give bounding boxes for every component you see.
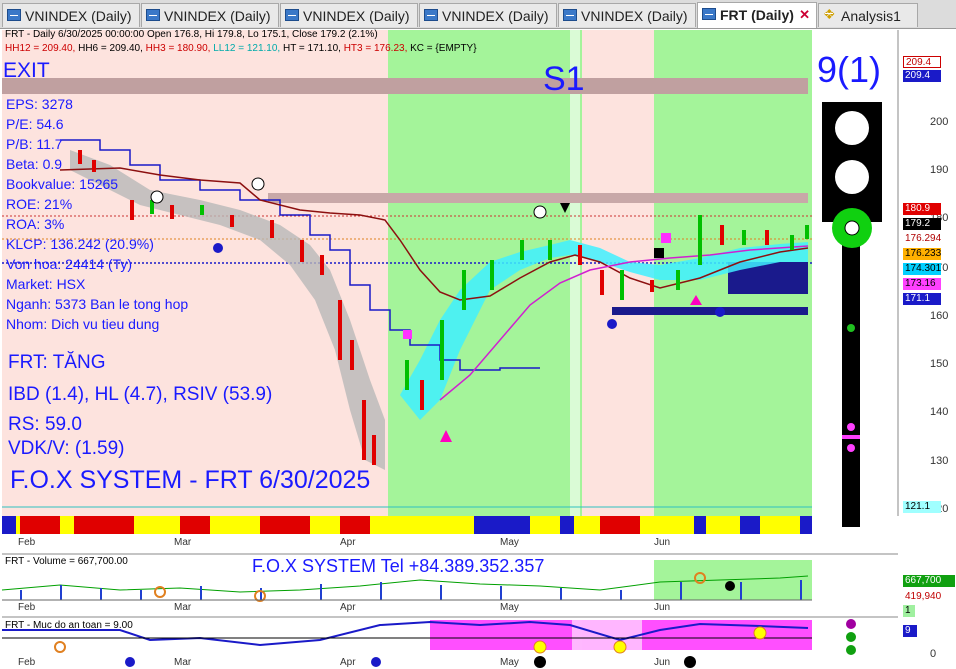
tab-vnindex-1[interactable]: VNINDEX (Daily) (2, 3, 140, 27)
price-axis-label: 160 (930, 310, 949, 322)
blue-dot-marker (715, 307, 725, 317)
price-tag-ll12: 121.1 (903, 501, 941, 513)
zero-marker (533, 205, 547, 219)
close-icon[interactable]: ✕ (799, 3, 810, 27)
fund-pe: P/E: 54.6 (6, 116, 64, 132)
contact-banner: F.O.X SYSTEM Tel +84.389.352.357 (252, 556, 545, 576)
signal-square (654, 248, 664, 258)
price-tag-hh3: 180.9 (903, 203, 941, 215)
month-label: Mar (174, 602, 192, 613)
volume-tag-avg: 419,940 (903, 591, 955, 603)
price-tag-ma4: 173.16 (903, 278, 941, 290)
price-tag-ma1: 176.294 (903, 233, 942, 245)
month-label: Apr (340, 602, 356, 613)
light-middle (835, 160, 869, 194)
tab-vnindex-2[interactable]: VNINDEX (Daily) (141, 3, 279, 27)
fund-roe: ROE: 21% (6, 196, 73, 212)
fund-market: Market: HSX (6, 276, 86, 292)
chart-icon (424, 9, 438, 21)
month-label: Mar (174, 657, 192, 668)
ohlc-header: FRT - Daily 6/30/2025 00:00:00 Open 176.… (5, 29, 378, 40)
light-top (835, 111, 869, 145)
price-tag-hh12: 209.4 (903, 56, 941, 68)
fund-nganh: Nganh: 5373 Ban le tong hop (6, 296, 189, 312)
tab-bar: VNINDEX (Daily) VNINDEX (Daily) VNINDEX … (0, 0, 956, 29)
month-label: Apr (340, 657, 356, 668)
fund-nhom: Nhom: Dich vu tieu dung (6, 316, 160, 332)
fund-bookvalue: Bookvalue: 15265 (6, 176, 119, 192)
safety-tag: 9 (903, 625, 917, 637)
price-tag-ma3: 174.301 (903, 263, 942, 275)
month-label: Feb (18, 537, 36, 548)
blue-dot-marker (213, 243, 223, 253)
price-tag-ht: 171.1 (903, 293, 941, 305)
signal-square (403, 330, 412, 339)
support-box (612, 307, 808, 315)
zero-marker (251, 177, 265, 191)
month-label: Jun (654, 602, 671, 613)
month-label: May (500, 657, 519, 668)
month-label: Apr (340, 537, 356, 548)
fund-pb: P/B: 11.7 (6, 136, 63, 152)
price-tag-hh6: 209.4 (903, 70, 941, 82)
analysis-rs: RS: 59.0 (8, 414, 82, 435)
month-label: Feb (18, 657, 36, 668)
safety-axis-zero: 0 (930, 648, 937, 660)
tab-vnindex-3[interactable]: VNINDEX (Daily) (280, 3, 418, 27)
fund-vonhoa: Von hoa: 24414 (Ty) (6, 256, 133, 272)
chart-icon (146, 9, 160, 21)
price-axis-label: 200 (930, 116, 949, 128)
fund-roa: ROA: 3% (6, 216, 65, 232)
analysis-vdk: VDK/V: (1.59) (8, 438, 125, 459)
price-axis-label: 140 (930, 406, 949, 418)
price-tag-ma2: 176.233 (903, 248, 942, 260)
tab-frt[interactable]: FRT (Daily) ✕ (697, 2, 817, 28)
month-label: May (500, 602, 519, 613)
system-title: F.O.X SYSTEM - FRT 6/30/2025 (10, 466, 371, 494)
exit-signal: EXIT (3, 59, 50, 82)
analysis-icon: ❖ (823, 6, 836, 22)
resistance-band (2, 78, 808, 94)
safety-header: FRT - Muc do an toan = 9.00 (5, 620, 133, 631)
fund-beta: Beta: 0.9 (6, 156, 63, 172)
chart-icon (285, 9, 299, 21)
analysis-trend: FRT: TĂNG (8, 352, 106, 373)
month-label: Jun (654, 657, 671, 668)
chart-icon (7, 9, 21, 21)
tab-vnindex-4[interactable]: VNINDEX (Daily) (419, 3, 557, 27)
price-tag-close: 179.2 (903, 218, 941, 230)
month-label: Feb (18, 602, 36, 613)
volume-tag-current: 667,700 (903, 575, 955, 587)
signal-square (661, 233, 671, 243)
levels-header: HH12 = 209.40, HH6 = 209.40, HH3 = 180.9… (5, 43, 477, 54)
blue-dot-marker (607, 319, 617, 329)
zone-gap (570, 30, 580, 516)
score-signal: 9(1) (817, 49, 882, 90)
tab-analysis[interactable]: ❖ Analysis1 (818, 3, 918, 27)
s1-signal: S1 (543, 60, 585, 98)
month-label: Mar (174, 537, 192, 548)
month-label: May (500, 537, 519, 548)
resistance-band (268, 193, 808, 203)
price-axis-label: 190 (930, 164, 949, 176)
chart-icon (702, 8, 716, 20)
fund-eps: EPS: 3278 (6, 96, 73, 112)
fund-klcp: KLCP: 136.242 (20.9%) (6, 236, 154, 252)
price-axis-label: 150 (930, 358, 949, 370)
volume-header: FRT - Volume = 667,700.00 (5, 556, 128, 567)
analysis-ibd: IBD (1.4), HL (4.7), RSIV (53.9) (8, 384, 273, 405)
chart-icon (563, 9, 577, 21)
safety-chart[interactable] (0, 616, 956, 669)
tab-vnindex-5[interactable]: VNINDEX (Daily) (558, 3, 696, 27)
month-label: Jun (654, 537, 671, 548)
price-axis-label: 130 (930, 455, 949, 467)
zero-marker (150, 190, 164, 204)
traffic-light-pole (842, 222, 860, 527)
